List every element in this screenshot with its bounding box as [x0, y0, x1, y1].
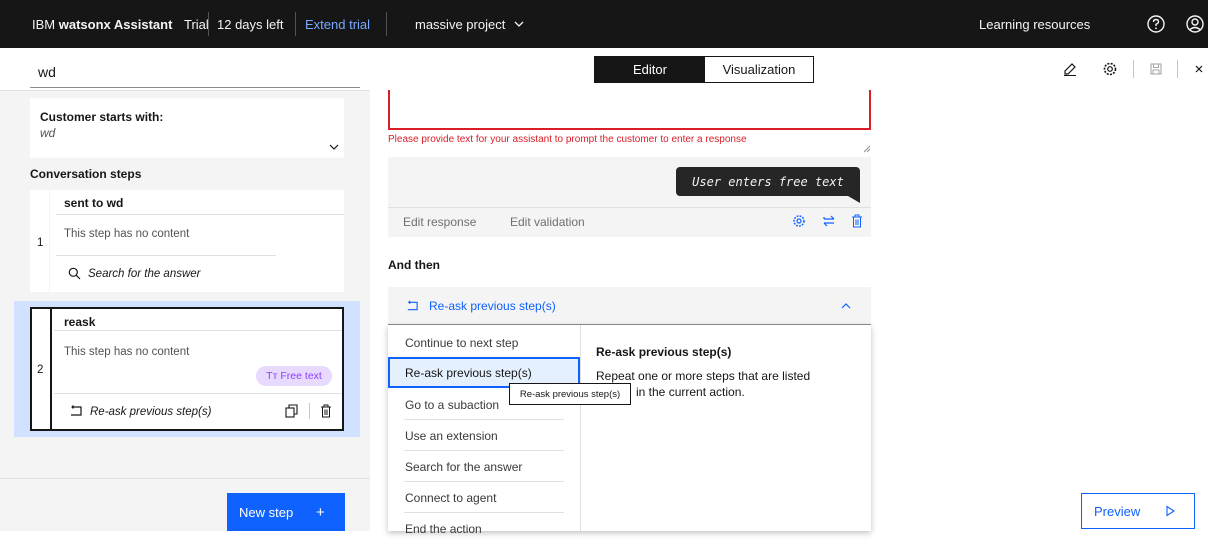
search-icon [68, 267, 81, 280]
step-footer: Re-ask previous step(s) [90, 406, 212, 418]
option-detail-line-2: in the current action. [636, 385, 745, 399]
customer-starts-value: wd [40, 126, 56, 140]
menu-item-connect-agent[interactable]: Connect to agent [388, 482, 580, 513]
option-detail-line-1: Repeat one or more steps that are listed [596, 369, 811, 383]
preview-label: Preview [1094, 503, 1141, 519]
customer-starts-label: Customer starts with: [40, 110, 164, 124]
swap-icon[interactable] [822, 214, 836, 228]
reask-icon [407, 299, 418, 310]
top-bar: IBM watsonx Assistant Trial 12 days left… [0, 0, 1208, 48]
brand-company: IBM [32, 16, 56, 32]
trash-icon[interactable] [850, 214, 864, 228]
product-brand[interactable]: IBM watsonx Assistant [32, 0, 172, 48]
user-icon[interactable] [1185, 14, 1205, 34]
extend-trial-link[interactable]: Extend trial [305, 0, 370, 48]
free-text-badge: Tт Free text [256, 366, 332, 386]
menu-item-continue[interactable]: Continue to next step [388, 327, 580, 358]
edit-response-tab[interactable]: Edit response [403, 215, 476, 229]
step-footer: Search for the answer [88, 268, 201, 280]
next-action-dropdown[interactable]: Re-ask previous step(s) [388, 287, 871, 325]
badge-label: Free text [280, 370, 322, 382]
chevron-down-icon[interactable] [328, 141, 340, 153]
resize-handle-icon[interactable] [863, 145, 871, 153]
new-step-button[interactable]: New step + [227, 493, 345, 531]
plus-icon: + [316, 503, 325, 521]
step-title: reask [64, 315, 96, 329]
play-icon [1166, 505, 1176, 517]
and-then-heading: And then [388, 258, 440, 272]
project-switcher[interactable]: massive project [415, 0, 525, 48]
customer-starts-card[interactable]: Customer starts with: wd [30, 98, 344, 158]
trial-days-left: 12 days left [217, 16, 284, 32]
step-content: This step has no content [64, 346, 190, 358]
user-input-bubble: User enters free text [676, 167, 860, 196]
reask-icon [71, 405, 82, 416]
new-step-label: New step [239, 504, 294, 520]
dropdown-selected-label: Re-ask previous step(s) [429, 298, 556, 313]
duplicate-icon[interactable] [285, 404, 298, 418]
edit-icon[interactable] [1062, 61, 1078, 77]
preview-button[interactable]: Preview [1081, 493, 1195, 529]
close-icon[interactable] [1191, 61, 1207, 77]
reask-tooltip: Re-ask previous step(s) [509, 383, 631, 405]
project-name: massive project [415, 16, 506, 32]
step-number: 1 [37, 237, 44, 249]
settings-icon[interactable] [792, 214, 806, 228]
error-message: Please provide text for your assistant t… [388, 134, 747, 145]
text-type-icon: Tт [266, 370, 278, 382]
action-search-input[interactable]: wd [38, 64, 56, 80]
chevron-up-icon[interactable] [840, 300, 852, 312]
option-detail-title: Re-ask previous step(s) [596, 345, 732, 359]
step-card-2[interactable]: 2 reask This step has no content Tт Free … [30, 307, 344, 431]
learning-resources-link[interactable]: Learning resources [979, 0, 1090, 48]
step-number: 2 [37, 364, 44, 376]
steps-heading: Conversation steps [30, 167, 142, 181]
tab-editor[interactable]: Editor [595, 57, 705, 82]
settings-icon[interactable] [1102, 61, 1118, 77]
view-toggle: Editor Visualization [594, 56, 814, 83]
plan-label: Trial [184, 16, 209, 32]
prompt-text-input[interactable] [388, 90, 871, 130]
menu-item-search[interactable]: Search for the answer [388, 451, 580, 482]
step-title: sent to wd [64, 196, 124, 210]
trash-icon[interactable] [320, 404, 332, 418]
brand-product: watsonx Assistant [58, 16, 173, 32]
next-action-menu: Continue to next step Re-ask previous st… [388, 325, 871, 536]
step-card-1[interactable]: 1 sent to wd This step has no content Se… [30, 190, 344, 292]
menu-item-end-action[interactable]: End the action [388, 513, 580, 544]
step-content: This step has no content [64, 228, 190, 240]
help-icon[interactable] [1146, 14, 1166, 34]
menu-item-extension[interactable]: Use an extension [388, 420, 580, 451]
edit-validation-tab[interactable]: Edit validation [510, 215, 585, 229]
tab-visualization[interactable]: Visualization [705, 57, 813, 82]
chevron-down-icon [514, 21, 524, 27]
save-icon[interactable] [1148, 61, 1164, 77]
